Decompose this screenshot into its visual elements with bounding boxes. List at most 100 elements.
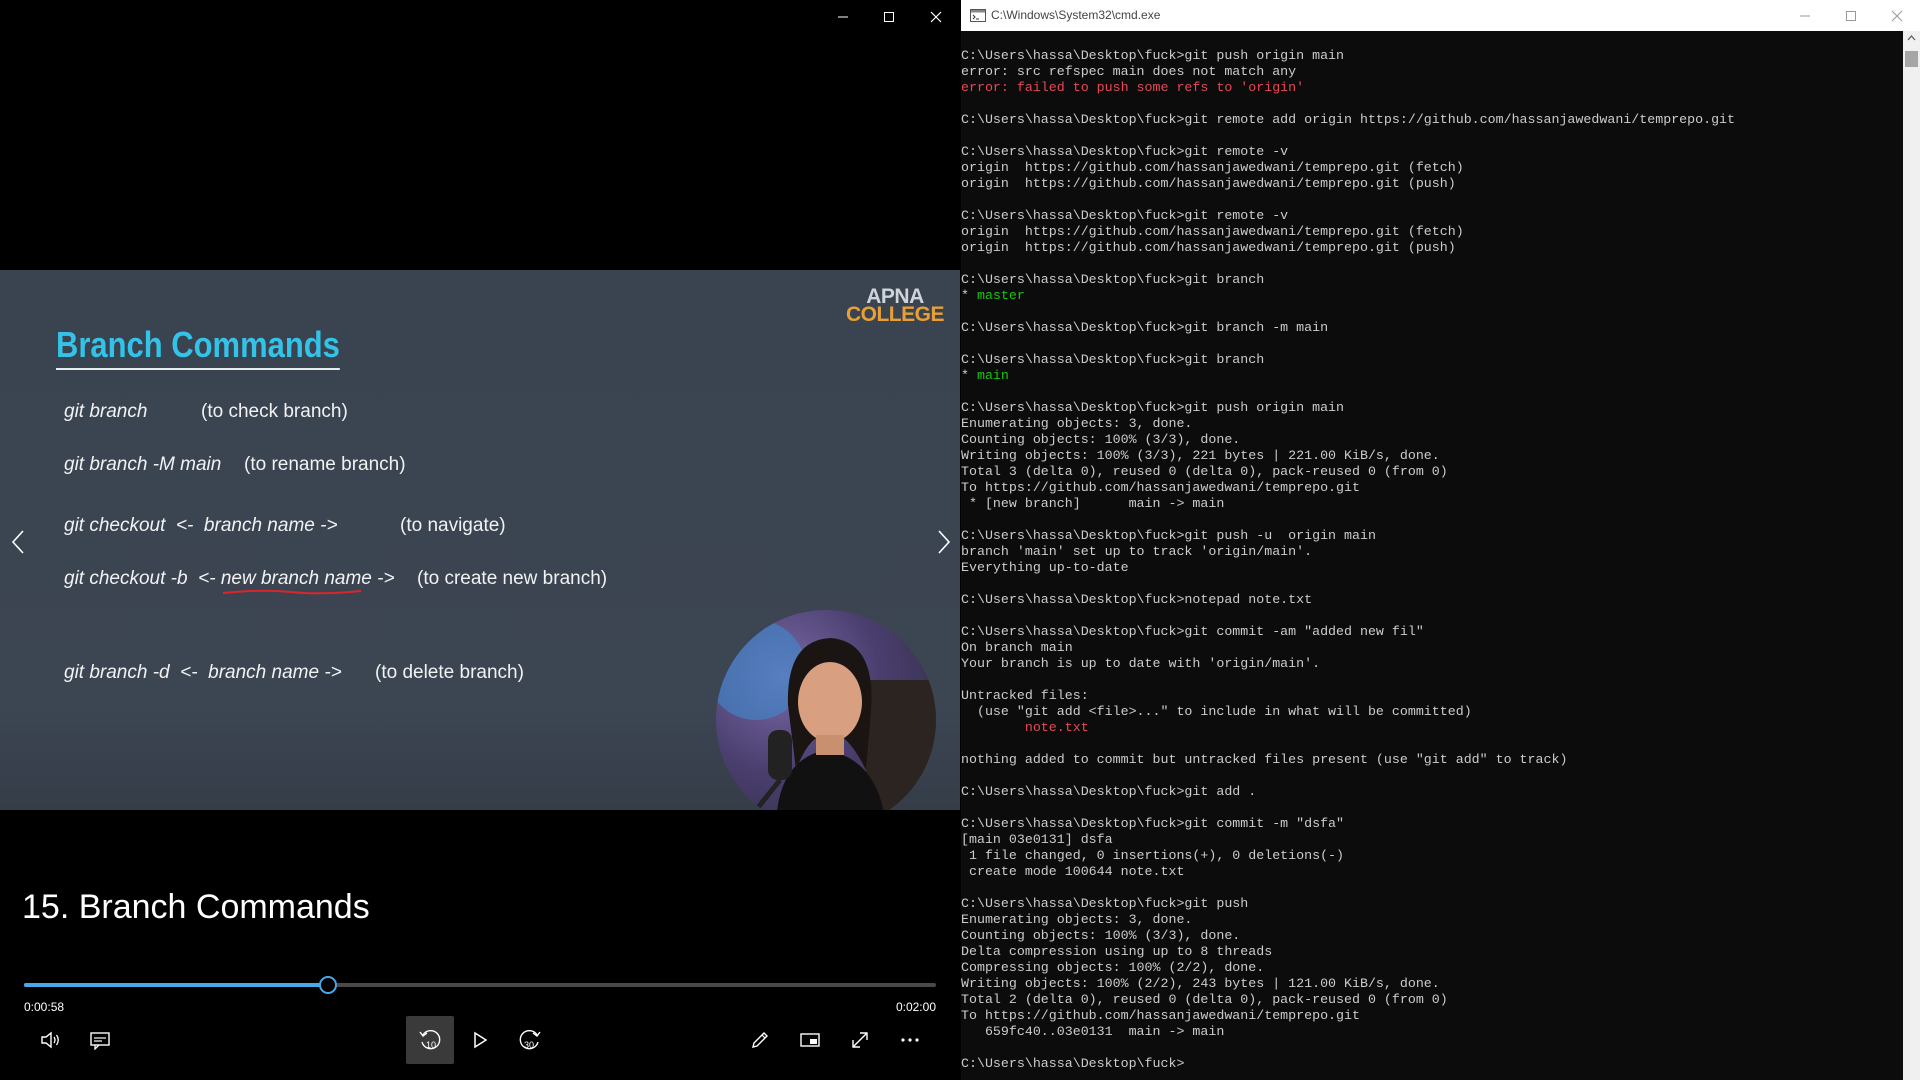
console-line: (use "git add <file>..." to include in w… <box>961 704 1896 720</box>
console-line-text: Counting objects: 100% (3/3), done. <box>961 432 1241 447</box>
console-line: Delta compression using up to 8 threads <box>961 944 1896 960</box>
console-line-text: Enumerating objects: 3, done. <box>961 912 1193 927</box>
console-line: C:\Users\hassa\Desktop\fuck>git push <box>961 896 1896 912</box>
console-line-text: origin https://github.com/hassanjawedwan… <box>961 224 1464 239</box>
console-line: create mode 100644 note.txt <box>961 864 1896 880</box>
console-line-text: Writing objects: 100% (2/2), 243 bytes |… <box>961 976 1440 991</box>
slide-desc-1: (to check branch) <box>201 401 348 422</box>
console-line-text: Total 2 (delta 0), reused 0 (delta 0), p… <box>961 992 1448 1007</box>
presenter-webcam-circle <box>716 610 936 810</box>
fullscreen-button[interactable] <box>836 1016 884 1064</box>
console-line: C:\Users\hassa\Desktop\fuck>git commit -… <box>961 816 1896 832</box>
more-icon <box>901 1038 919 1042</box>
player-maximize-button[interactable] <box>866 0 912 34</box>
console-line: origin https://github.com/hassanjawedwan… <box>961 240 1896 256</box>
console-line: Counting objects: 100% (3/3), done. <box>961 928 1896 944</box>
minimize-icon <box>838 16 848 18</box>
media-player-window: APNA COLLEGE Branch Commands git branch … <box>0 0 960 1080</box>
volume-icon <box>41 1031 59 1049</box>
console-line-text: C:\Users\hassa\Desktop\fuck>git remote a… <box>961 112 1736 127</box>
seek-bar[interactable] <box>24 976 936 994</box>
cmd-close-button[interactable] <box>1874 0 1920 31</box>
next-arrow-icon <box>938 530 951 554</box>
player-close-button[interactable] <box>913 0 959 34</box>
console-line: 659fc40..03e0131 main -> main <box>961 1024 1896 1040</box>
console-line: * [new branch] main -> main <box>961 496 1896 512</box>
slide-cmd-5: git branch -d <- branch name -> <box>64 662 342 683</box>
console-scrollbar[interactable] <box>1903 31 1920 1080</box>
console-line-text: Counting objects: 100% (3/3), done. <box>961 928 1241 943</box>
cmd-window-title: C:\Windows\System32\cmd.exe <box>991 8 1161 22</box>
console-line: C:\Users\hassa\Desktop\fuck>git push ori… <box>961 400 1896 416</box>
skip-forward-30-button[interactable]: 30 <box>506 1016 554 1064</box>
skip-forward-30-icon: 30 <box>519 1029 541 1050</box>
slide-desc-4: (to create new branch) <box>417 568 608 589</box>
console-line: C:\Users\hassa\Desktop\fuck> <box>961 1056 1896 1072</box>
slide-cmd-4-underlined: new branch name <box>220 568 372 595</box>
console-line-text: error: failed to push some refs to 'orig… <box>961 80 1305 95</box>
subtitles-button[interactable] <box>76 1016 124 1064</box>
console-line: note.txt <box>961 720 1896 736</box>
console-line-text: nothing added to commit but untracked fi… <box>961 752 1568 767</box>
console-line-text: C:\Users\hassa\Desktop\fuck>git branch -… <box>961 320 1329 335</box>
console-line-text: To https://github.com/hassanjawedwani/te… <box>961 480 1360 495</box>
player-minimize-button[interactable] <box>820 0 866 34</box>
play-button[interactable] <box>456 1016 504 1064</box>
logo-line-college: COLLEGE <box>845 303 945 326</box>
current-branch-name: master <box>976 288 1025 303</box>
close-icon <box>1891 10 1903 21</box>
console-line: C:\Users\hassa\Desktop\fuck>notepad note… <box>961 592 1896 608</box>
console-line: On branch main <box>961 640 1896 656</box>
console-line-text: Your branch is up to date with 'origin/m… <box>961 656 1321 671</box>
prev-arrow-icon <box>11 530 24 554</box>
console-line: C:\Users\hassa\Desktop\fuck>git remote -… <box>961 208 1896 224</box>
console-line-text: Everything up-to-date <box>961 560 1129 575</box>
video-frame[interactable]: APNA COLLEGE Branch Commands git branch … <box>0 270 960 810</box>
console-line-text: On branch main <box>961 640 1073 655</box>
console-line-text: origin https://github.com/hassanjawedwan… <box>961 176 1456 191</box>
scroll-up-arrow-icon[interactable] <box>1903 31 1920 45</box>
mini-view-icon <box>800 1033 820 1047</box>
skip-back-10-button[interactable]: 10 <box>406 1016 454 1064</box>
console-line: origin https://github.com/hassanjawedwan… <box>961 224 1896 240</box>
pen-button[interactable] <box>736 1016 784 1064</box>
cmd-app-icon <box>970 9 986 22</box>
volume-button[interactable] <box>26 1016 74 1064</box>
slide-cmd-4-ul-text: new branch name <box>220 568 372 589</box>
slide-cmd-4-pre: git checkout -b <- <box>64 568 221 589</box>
mini-view-button[interactable] <box>786 1016 834 1064</box>
close-icon <box>930 11 942 23</box>
red-underline-mark <box>222 589 361 595</box>
cmd-title-bar[interactable]: C:\Windows\System32\cmd.exe <box>961 0 1920 31</box>
seek-thumb[interactable] <box>318 976 337 994</box>
console-line: Total 3 (delta 0), reused 0 (delta 0), p… <box>961 464 1896 480</box>
more-options-button[interactable] <box>886 1016 934 1064</box>
console-line: To https://github.com/hassanjawedwani/te… <box>961 480 1896 496</box>
slide-cmd-2: git branch -M main <box>64 454 222 475</box>
console-line-text: origin https://github.com/hassanjawedwan… <box>961 240 1456 255</box>
console-output[interactable]: C:\Users\hassa\Desktop\fuck>git push ori… <box>961 48 1896 1072</box>
console-line-text: Untracked files: <box>961 688 1089 703</box>
scrollbar-thumb[interactable] <box>1905 51 1918 67</box>
maximize-icon <box>884 12 894 22</box>
console-line: C:\Users\hassa\Desktop\fuck>git push ori… <box>961 48 1896 64</box>
cmd-maximize-button[interactable] <box>1828 0 1874 31</box>
seek-bar-progress <box>24 983 328 987</box>
console-line: branch 'main' set up to track 'origin/ma… <box>961 544 1896 560</box>
slide-desc-3: (to navigate) <box>400 515 506 536</box>
console-line: 1 file changed, 0 insertions(+), 0 delet… <box>961 848 1896 864</box>
cmd-minimize-button[interactable] <box>1782 0 1828 31</box>
slide-cmd-4: git checkout -b <- new branch name -> <box>64 568 395 595</box>
console-line: C:\Users\hassa\Desktop\fuck>git push -u … <box>961 528 1896 544</box>
next-button[interactable] <box>928 527 958 557</box>
console-line: Writing objects: 100% (3/3), 221 bytes |… <box>961 448 1896 464</box>
previous-button[interactable] <box>4 527 34 557</box>
console-line: C:\Users\hassa\Desktop\fuck>git commit -… <box>961 624 1896 640</box>
presenter-figure <box>716 620 936 810</box>
